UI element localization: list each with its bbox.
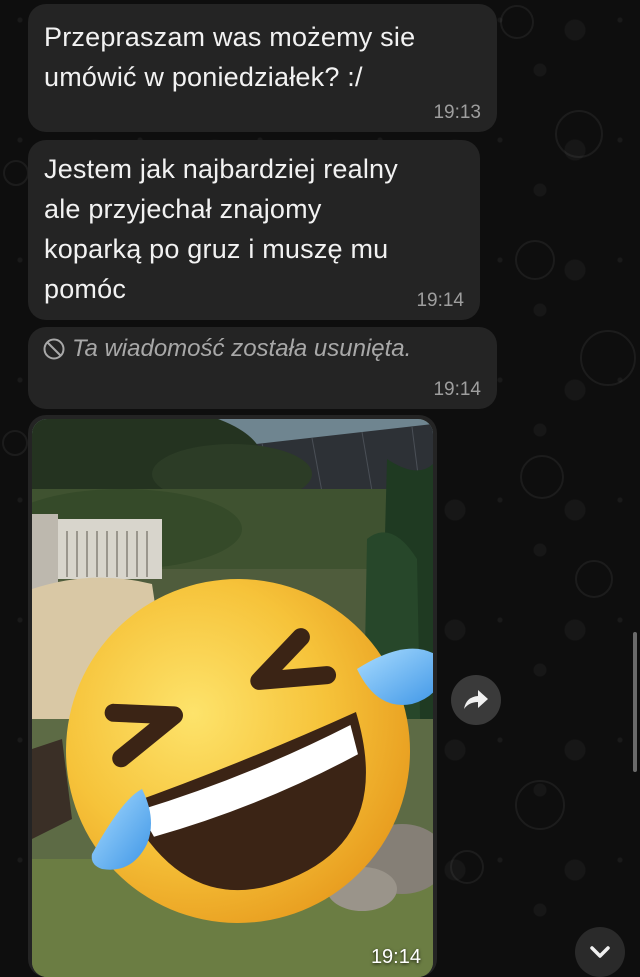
wallpaper-doodle xyxy=(515,240,555,280)
message-line: koparką po gruz i muszę mu xyxy=(44,234,389,264)
wallpaper-doodle xyxy=(555,110,603,158)
message-line: Przepraszam was możemy sie xyxy=(44,22,416,52)
message-time: 19:14 xyxy=(416,290,464,311)
forward-button[interactable] xyxy=(451,675,501,725)
wallpaper-doodle xyxy=(3,160,29,186)
message-bubble[interactable]: Jestem jak najbardziej realny ale przyje… xyxy=(28,140,480,320)
deleted-message-bubble[interactable]: Ta wiadomość została usunięta. 19:14 xyxy=(28,327,497,409)
message-time: 19:14 xyxy=(433,379,481,400)
scrollbar[interactable] xyxy=(633,632,637,772)
wallpaper-doodle xyxy=(575,560,613,598)
wallpaper-doodle xyxy=(500,5,534,39)
message-line: umówić w poniedziałek? :/ xyxy=(44,62,363,92)
chevron-down-icon xyxy=(590,946,610,958)
photo-message-image[interactable] xyxy=(32,419,433,977)
wallpaper-doodle xyxy=(580,330,636,386)
fence-post xyxy=(32,514,58,589)
forward-arrow-icon xyxy=(464,690,488,709)
message-time: 19:13 xyxy=(433,102,481,123)
message-bubble[interactable]: Przepraszam was możemy sie umówić w poni… xyxy=(28,4,497,132)
message-text: Przepraszam was możemy sie umówić w poni… xyxy=(44,17,415,97)
message-line: pomóc xyxy=(44,274,127,304)
photo-message-bubble[interactable]: 19:14 xyxy=(28,415,437,977)
wallpaper-doodle xyxy=(450,850,484,884)
wallpaper-doodle xyxy=(520,455,564,499)
scroll-down-button[interactable] xyxy=(575,927,625,977)
wallpaper-doodle xyxy=(2,430,28,456)
deleted-message-text: Ta wiadomość została usunięta. xyxy=(72,335,412,362)
deleted-message: Ta wiadomość została usunięta. xyxy=(42,335,411,363)
prohibited-circle-icon xyxy=(43,338,65,360)
photo-time: 19:14 xyxy=(370,946,421,968)
wallpaper-doodle xyxy=(515,780,565,830)
message-line: Jestem jak najbardziej realny xyxy=(44,154,398,184)
photo-content xyxy=(32,419,433,977)
message-line: ale przyjechał znajomy xyxy=(44,194,322,224)
message-text: Jestem jak najbardziej realny ale przyje… xyxy=(44,149,398,309)
